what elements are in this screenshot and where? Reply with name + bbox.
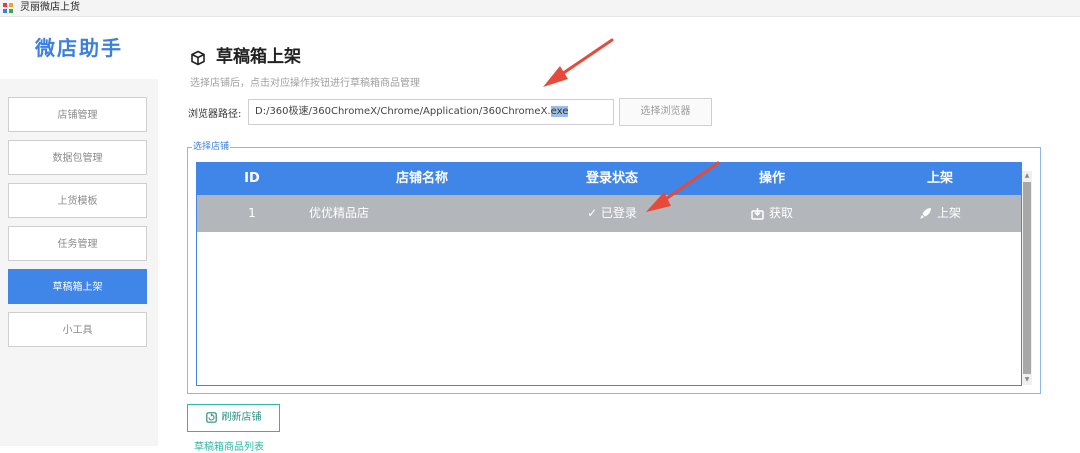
annotation-arrow-path (543, 38, 614, 87)
window-titlebar: 灵丽微店上货 (0, 0, 1080, 17)
cell-id: 1 (248, 206, 256, 220)
rocket-icon (919, 208, 931, 219)
select-browser-button[interactable]: 选择浏览器 (619, 98, 712, 126)
refresh-icon (205, 411, 217, 423)
cell-store-name-text: 优优精品店 (309, 206, 370, 220)
page-title: 草稿箱上架 (216, 47, 301, 67)
sidebar-item-draft-publish[interactable]: 草稿箱上架 (8, 269, 147, 304)
browser-path-selection: exe (550, 106, 569, 117)
column-header-login-status: 登录状态 (585, 171, 638, 186)
fetch-icon (751, 208, 764, 220)
store-table: ID 店铺名称 登录状态 操作 上架 1 优优精品店 ✓ 已登录 获取 上架 (196, 162, 1022, 386)
fetch-label: 获取 (768, 206, 793, 220)
table-row[interactable]: 1 优优精品店 ✓ 已登录 获取 上架 (197, 195, 1021, 232)
column-header-id: ID (244, 171, 260, 186)
browser-path-value: D:/360极速/360ChromeX/Chrome/Application/3… (255, 106, 551, 117)
window-title: 灵丽微店上货 (20, 2, 80, 13)
column-header-action: 操作 (758, 171, 785, 186)
box-icon (191, 50, 205, 65)
table-header: ID 店铺名称 登录状态 操作 上架 (197, 163, 1021, 195)
table-scrollbar[interactable]: ▲ ▼ (1022, 171, 1032, 385)
cell-store-name: 优优精品店 (307, 195, 539, 232)
sidebar-item-upload-template[interactable]: 上货模板 (8, 183, 147, 218)
sidebar-item-task-management[interactable]: 任务管理 (8, 226, 147, 261)
cell-login-status: ✓ 已登录 (587, 206, 637, 220)
column-header-store-name: 店铺名称 (395, 171, 448, 186)
app-logo-icon (3, 3, 14, 14)
scroll-thumb[interactable] (1023, 182, 1031, 374)
refresh-stores-label: 刷新店铺 (221, 412, 262, 423)
fetch-button[interactable]: 获取 (687, 195, 857, 232)
scroll-down-arrow-icon[interactable]: ▼ (1022, 375, 1032, 385)
page-title-wrap: 草稿箱上架 (190, 44, 301, 70)
brand-title: 微店助手 (0, 17, 158, 79)
publish-label: 上架 (936, 206, 961, 220)
page-subtitle: 选择店铺后，点击对应操作按钮进行草稿箱商品管理 (190, 78, 420, 89)
browser-path-input[interactable]: D:/360极速/360ChromeX/Chrome/Application/3… (248, 99, 614, 125)
sidebar-item-package-management[interactable]: 数据包管理 (8, 140, 147, 175)
browser-path-label: 浏览器路径: (188, 109, 242, 120)
publish-button[interactable]: 上架 (857, 195, 1021, 232)
sidebar-item-tools[interactable]: 小工具 (8, 312, 147, 347)
column-header-publish: 上架 (926, 171, 953, 186)
store-group-legend: 选择店铺 (192, 139, 231, 152)
scroll-up-arrow-icon[interactable]: ▲ (1022, 171, 1032, 181)
refresh-stores-button[interactable]: 刷新店铺 (187, 404, 280, 432)
sidebar-item-store-management[interactable]: 店铺管理 (8, 97, 147, 132)
